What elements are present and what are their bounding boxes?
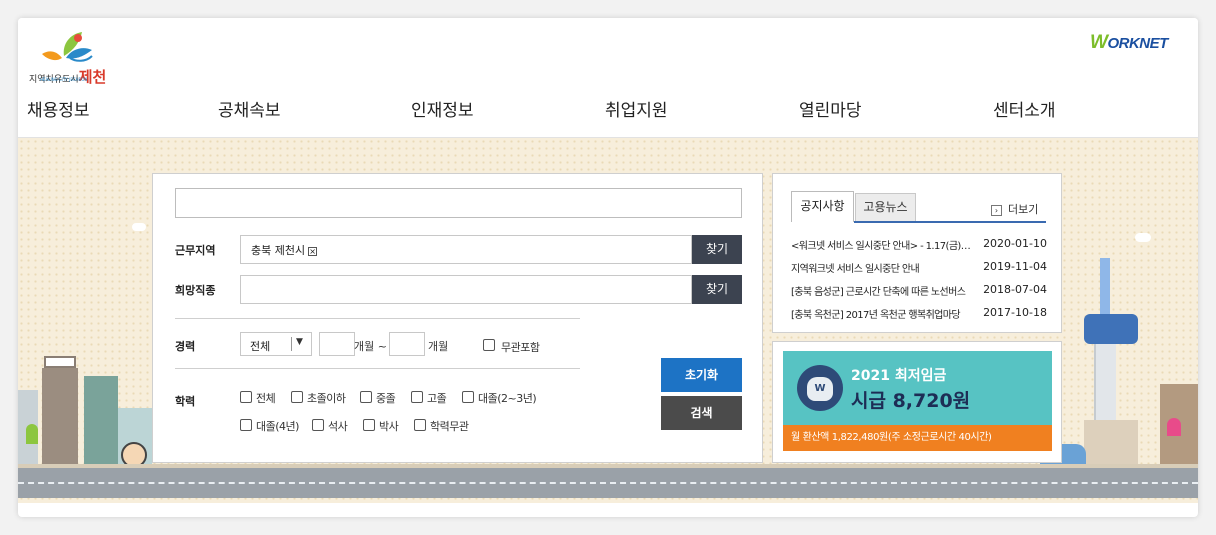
- edu-college-4-checkbox[interactable]: [240, 419, 252, 431]
- notice-date: 2017-10-18: [983, 306, 1047, 319]
- region-find-button[interactable]: 찾기: [692, 235, 742, 264]
- edu-all-label: 전체: [256, 392, 276, 405]
- divider: [175, 368, 580, 369]
- road-line: [18, 482, 1198, 484]
- edu-any-label: 학력무관: [430, 420, 469, 433]
- job-type-field[interactable]: [240, 275, 692, 304]
- money-bag-icon: W: [797, 365, 843, 411]
- nav-item-public-recruitment[interactable]: 공채속보: [218, 96, 281, 121]
- keyword-search-input[interactable]: [175, 188, 742, 218]
- money-bag-letter: W: [807, 377, 833, 401]
- more-link[interactable]: › 더보기: [991, 201, 1038, 217]
- education-label: 학력: [175, 395, 196, 408]
- career-select[interactable]: 전체 ▼: [240, 332, 312, 356]
- tower-deck-icon: [1084, 314, 1138, 344]
- career-months-from-input[interactable]: [319, 332, 355, 356]
- person-icon: [26, 424, 38, 444]
- edu-doctor-label: 박사: [379, 420, 399, 433]
- min-wage-panel: W 2021 최저임금 시급 8,720원 월 환산액 1,822,480원(주…: [772, 341, 1062, 463]
- notice-date: 2020-01-10: [983, 237, 1047, 250]
- worknet-logo-w: W: [1090, 32, 1108, 53]
- list-item[interactable]: <워크넷 서비스 일시중단 안내> - 1.17(금) 오후 2020-01-1…: [791, 235, 1047, 253]
- edu-master-checkbox[interactable]: [312, 419, 324, 431]
- tower-icon: [1100, 258, 1110, 318]
- notice-panel: 공지사항 고용뉴스 › 더보기 <워크넷 서비스 일시중단 안내> - 1.17(…: [772, 173, 1062, 333]
- edu-college-2-3-checkbox[interactable]: [462, 391, 474, 403]
- edu-college-2-3-label: 대졸(2~3년): [478, 392, 537, 405]
- months-text: 개월: [428, 340, 449, 353]
- edu-doctor-checkbox[interactable]: [363, 419, 375, 431]
- building-sign-icon: [44, 356, 76, 368]
- divider: [175, 318, 580, 319]
- notice-title: 지역워크넷 서비스 일시중단 안내: [791, 264, 920, 275]
- career-no-matter-label: 무관포함: [501, 341, 540, 354]
- remove-region-icon[interactable]: ×: [308, 246, 318, 256]
- career-months-to-input[interactable]: [389, 332, 425, 356]
- min-wage-hourly: 시급 8,720원: [851, 390, 971, 412]
- career-no-matter-checkbox[interactable]: [483, 339, 495, 351]
- chevron-right-icon: ›: [991, 204, 1002, 216]
- job-type-find-button[interactable]: 찾기: [692, 275, 742, 304]
- logo-subtitle: HEALING CITY JECHEON: [40, 77, 88, 82]
- nav-item-talent[interactable]: 인재정보: [411, 96, 474, 121]
- tab-underline: [854, 221, 1046, 223]
- list-item[interactable]: 지역워크넷 서비스 일시중단 안내 2019-11-04: [791, 258, 1047, 276]
- edu-middle-checkbox[interactable]: [360, 391, 372, 403]
- select-separator: [291, 337, 292, 351]
- worknet-logo[interactable]: WORKNET: [1090, 32, 1168, 54]
- tab-notices[interactable]: 공지사항: [791, 191, 854, 222]
- min-wage-banner[interactable]: W 2021 최저임금 시급 8,720원 월 환산액 1,822,480원(주…: [783, 351, 1052, 451]
- building-icon: [84, 376, 118, 464]
- min-wage-monthly: 월 환산액 1,822,480원(주 소정근로시간 40시간): [783, 425, 1052, 451]
- chevron-down-icon: ▼: [296, 337, 303, 347]
- job-type-label: 희망직종: [175, 284, 216, 297]
- building-icon: [1084, 420, 1138, 464]
- tab-employment-news[interactable]: 고용뉴스: [855, 193, 916, 222]
- edu-high-label: 고졸: [427, 392, 447, 405]
- edu-college-4-label: 대졸(4년): [256, 420, 299, 433]
- more-label: 더보기: [1008, 203, 1039, 216]
- edu-elementary-checkbox[interactable]: [291, 391, 303, 403]
- job-search-panel: 근무지역 충북 제천시 × 찾기 희망직종 찾기 경력 전체 ▼ 개월 ~ 개월 …: [152, 173, 763, 463]
- notice-title: [충북 음성군] 근로시간 단축에 따른 노선버스: [791, 287, 966, 298]
- edu-master-label: 석사: [328, 420, 348, 433]
- nav-item-open-forum[interactable]: 열린마당: [799, 96, 862, 121]
- main-nav: 채용정보 공채속보 인재정보 취업지원 열린마당 센터소개: [18, 96, 1198, 121]
- edu-high-checkbox[interactable]: [411, 391, 423, 403]
- career-select-value: 전체: [250, 340, 271, 353]
- worknet-logo-rest: ORKNET: [1107, 35, 1168, 52]
- edu-elementary-label: 초졸이하: [307, 392, 346, 405]
- notice-title: <워크넷 서비스 일시중단 안내> - 1.17(금) 오후: [791, 241, 971, 252]
- site-header: 지역치유도시제천 HEALING CITY JECHEON WORKNET 채용…: [18, 18, 1198, 138]
- list-item[interactable]: [충북 음성군] 근로시간 단축에 따른 노선버스 2018-07-04: [791, 281, 1047, 299]
- page-frame: 지역치유도시제천 HEALING CITY JECHEON WORKNET 채용…: [18, 18, 1198, 517]
- notice-title: [충북 옥천군] 2017년 옥천군 행복취업마당: [791, 310, 961, 321]
- career-label: 경력: [175, 340, 196, 353]
- region-tag-text: 충북 제천시: [251, 244, 306, 257]
- cloud-icon: [1135, 233, 1151, 242]
- min-wage-title: 2021 최저임금: [851, 368, 947, 384]
- region-field[interactable]: 충북 제천시 ×: [240, 235, 692, 264]
- reset-button[interactable]: 초기화: [661, 358, 742, 392]
- search-button[interactable]: 검색: [661, 396, 742, 430]
- notice-date: 2019-11-04: [983, 260, 1047, 273]
- list-item[interactable]: [충북 옥천군] 2017년 옥천군 행복취업마당 2017-10-18: [791, 304, 1047, 322]
- region-tag: 충북 제천시 ×: [251, 242, 318, 258]
- building-icon: [42, 368, 78, 464]
- nav-item-recruitment[interactable]: 채용정보: [27, 96, 90, 121]
- nav-item-center-intro[interactable]: 센터소개: [993, 96, 1056, 121]
- region-label: 근무지역: [175, 244, 216, 257]
- months-tilde-text: 개월 ~: [354, 340, 387, 353]
- cloud-icon: [132, 223, 146, 231]
- notice-date: 2018-07-04: [983, 283, 1047, 296]
- edu-middle-label: 중졸: [376, 392, 396, 405]
- nav-item-employment-support[interactable]: 취업지원: [605, 96, 668, 121]
- person-icon: [1167, 418, 1181, 436]
- edu-any-checkbox[interactable]: [414, 419, 426, 431]
- edu-all-checkbox[interactable]: [240, 391, 252, 403]
